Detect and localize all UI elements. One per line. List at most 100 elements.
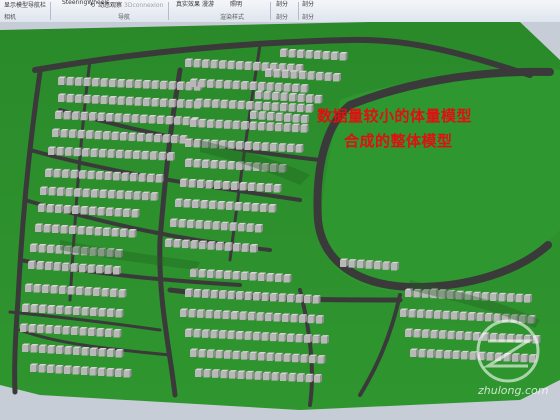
building-mass <box>217 202 224 210</box>
building-mass <box>435 351 442 359</box>
building-mass <box>151 81 158 89</box>
building-mass <box>348 260 355 268</box>
building-mass <box>232 352 239 360</box>
building-mass <box>333 74 339 82</box>
building-mass-side <box>157 98 160 107</box>
building-mass <box>417 310 423 318</box>
building-mass <box>280 93 287 101</box>
building-mass <box>222 182 229 190</box>
building-mass <box>33 285 40 293</box>
building-mass-side <box>199 58 202 68</box>
building-mass <box>210 331 217 339</box>
clip-button-1[interactable]: 剖分 <box>276 1 288 8</box>
building-mass <box>106 114 112 122</box>
building-mass <box>160 99 166 107</box>
building-mass <box>241 352 247 360</box>
building-mass-side <box>235 100 237 109</box>
building-mass <box>292 355 298 363</box>
roam-button[interactable]: 漫游 <box>202 1 214 8</box>
building-mass <box>190 350 196 357</box>
building-mass <box>113 173 119 181</box>
building-mass <box>30 365 36 372</box>
building-mass <box>74 189 80 197</box>
building-mass <box>322 52 329 60</box>
building-mass <box>197 181 203 188</box>
building-mass <box>183 200 190 208</box>
building-mass <box>507 294 513 302</box>
clip-button-2[interactable]: 剖分 <box>302 1 314 8</box>
building-mass <box>253 143 259 151</box>
building-mass <box>283 84 290 92</box>
building-mass <box>312 296 319 304</box>
building-mass-side <box>191 99 194 109</box>
orbit-icon[interactable]: ⟲ <box>90 2 95 9</box>
building-mass <box>46 205 53 213</box>
building-mass <box>113 330 120 338</box>
building-mass-side <box>201 98 203 107</box>
building-mass <box>37 326 43 333</box>
building-mass <box>227 62 234 70</box>
building-mass <box>114 114 121 122</box>
building-mass <box>96 329 103 337</box>
building-mass <box>193 330 200 338</box>
building-mass-side <box>115 78 117 88</box>
building-mass <box>207 242 214 250</box>
building-mass <box>104 173 111 180</box>
building-mass <box>340 260 346 267</box>
show-steering-button[interactable]: 显示模型导航栏 <box>4 2 46 9</box>
group-label-section-1: 剖分 <box>276 14 289 21</box>
building-mass <box>258 83 264 91</box>
building-mass <box>241 122 247 130</box>
building-mass <box>180 180 186 187</box>
building-mass-side <box>174 81 177 90</box>
building-mass <box>97 208 104 216</box>
building-mass-side <box>218 99 220 108</box>
building-mass <box>456 332 462 340</box>
building-mass <box>410 350 416 357</box>
annotation-line-1: 数据量较小的体量模型 <box>317 107 473 125</box>
building-mass <box>190 270 196 277</box>
building-mass <box>43 225 50 233</box>
building-mass <box>106 369 113 377</box>
steering-wheels-button[interactable]: SteeringWheels <box>62 0 109 6</box>
building-mass <box>290 71 297 79</box>
building-mass <box>145 134 152 142</box>
building-mass <box>299 315 305 323</box>
building-mass <box>227 292 234 300</box>
building-mass <box>131 115 138 123</box>
building-mass <box>229 101 235 109</box>
illumination-button[interactable]: 照明 <box>230 1 242 8</box>
building-mass <box>324 73 331 81</box>
building-mass <box>263 373 269 381</box>
building-mass <box>202 290 208 298</box>
building-mass <box>451 312 457 320</box>
building-mass <box>94 132 101 140</box>
building-mass <box>91 190 97 198</box>
building-mass <box>20 325 26 332</box>
building-mass <box>253 63 259 71</box>
dynamic-observe-button[interactable]: 动态观察 <box>98 2 122 9</box>
building-mass <box>38 365 45 373</box>
building-mass <box>255 92 261 99</box>
building-mass <box>193 290 200 298</box>
building-mass <box>314 52 320 59</box>
building-mass <box>97 114 104 122</box>
building-mass <box>126 80 132 88</box>
building-mass-side <box>230 120 232 129</box>
building-mass-side <box>129 113 131 123</box>
realistic-button[interactable]: 真实效果 <box>176 1 200 8</box>
building-mass <box>263 92 270 100</box>
building-mass <box>214 182 220 189</box>
building-mass <box>278 144 285 152</box>
building-mass <box>249 353 256 361</box>
building-mass-side <box>146 114 148 124</box>
building-mass <box>80 113 87 121</box>
building-mass <box>239 312 246 320</box>
connexion-button[interactable]: 3Dconnexion <box>124 2 163 9</box>
building-mass <box>289 94 295 102</box>
building-mass <box>261 143 268 151</box>
building-mass <box>39 346 45 353</box>
building-mass <box>150 193 157 201</box>
building-mass <box>174 117 180 125</box>
building-mass <box>76 288 82 295</box>
